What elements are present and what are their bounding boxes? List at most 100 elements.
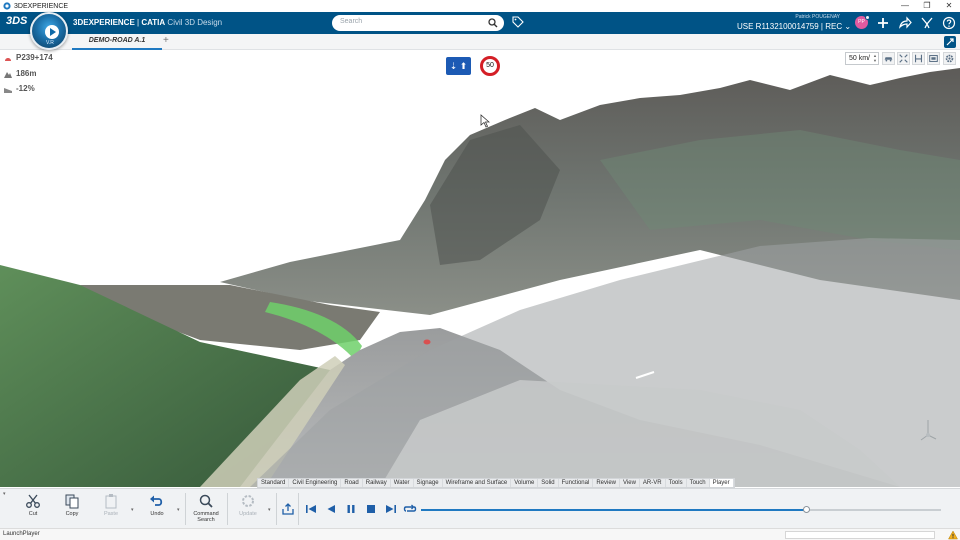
fit-all-icon[interactable] bbox=[897, 52, 910, 65]
scissors-icon bbox=[26, 494, 40, 508]
speed-limit-sign: 50 bbox=[480, 56, 500, 76]
tab-review[interactable]: Review bbox=[593, 479, 620, 487]
undo-icon bbox=[150, 495, 163, 506]
speed-input[interactable]: 50 km/ ▲ ▼ bbox=[845, 52, 879, 65]
axis-gizmo-icon[interactable] bbox=[918, 417, 938, 443]
add-tab-button[interactable]: + bbox=[163, 35, 169, 46]
station-value: P239+174 bbox=[16, 53, 53, 62]
mountain-icon bbox=[4, 71, 12, 78]
tab-demo-road[interactable]: DEMO-ROAD A.1 bbox=[72, 34, 162, 50]
tab-civil-engineering[interactable]: Civil Engineering bbox=[289, 479, 342, 487]
paste-button[interactable]: Paste bbox=[96, 492, 126, 526]
screen-capture-icon[interactable] bbox=[927, 52, 940, 65]
search-box[interactable]: Search bbox=[332, 15, 504, 31]
tab-ar-vr[interactable]: AR-VR bbox=[640, 479, 666, 487]
cut-label: Cut bbox=[28, 511, 38, 517]
undo-button[interactable]: Undo bbox=[142, 492, 172, 526]
share-icon[interactable] bbox=[898, 16, 912, 30]
skip-end-icon[interactable] bbox=[384, 502, 398, 516]
skip-start-icon[interactable] bbox=[304, 502, 318, 516]
ds-logo-icon: 3DS bbox=[6, 15, 28, 27]
add-icon[interactable] bbox=[876, 16, 890, 30]
tag-icon[interactable] bbox=[512, 16, 524, 28]
paste-icon bbox=[105, 494, 117, 509]
station-icon bbox=[5, 57, 11, 61]
export-icon[interactable] bbox=[281, 502, 295, 516]
elevation-readout: 186m bbox=[4, 69, 36, 78]
settings-gear-icon[interactable] bbox=[943, 52, 956, 65]
os-title-bar: 3DEXPERIENCE — ❐ ✕ bbox=[0, 0, 960, 12]
paste-label: Paste bbox=[103, 511, 119, 517]
car-view-icon[interactable] bbox=[882, 52, 895, 65]
timeline-handle[interactable] bbox=[802, 506, 810, 513]
tab-railway[interactable]: Railway bbox=[363, 479, 391, 487]
copy-icon bbox=[65, 494, 79, 509]
profile-view-icon[interactable] bbox=[912, 52, 925, 65]
close-button[interactable]: ✕ bbox=[938, 0, 960, 12]
tab-wireframe-surface[interactable]: Wireframe and Surface bbox=[443, 479, 512, 487]
tab-view[interactable]: View bbox=[620, 479, 640, 487]
update-dropdown-icon[interactable]: ▾ bbox=[268, 507, 271, 513]
tab-solid[interactable]: Solid bbox=[538, 479, 559, 487]
action-bar-collapse-icon[interactable]: ▾ bbox=[3, 491, 6, 497]
document-tab-bar: DEMO-ROAD A.1 + bbox=[0, 34, 960, 50]
player-timeline[interactable] bbox=[421, 506, 941, 513]
3d-viewport[interactable]: P239+174 186m -12% ⇣ ⬆ 50 50 km/ ▲ ▼ bbox=[0, 50, 960, 487]
lane-direction-sign: ⇣ ⬆ bbox=[446, 57, 471, 75]
spin-down-icon[interactable]: ▼ bbox=[873, 58, 877, 63]
search-placeholder: Search bbox=[340, 18, 363, 25]
red-marker bbox=[423, 339, 431, 345]
avatar[interactable]: PP bbox=[855, 15, 870, 29]
search-icon[interactable] bbox=[488, 18, 498, 28]
tab-functional[interactable]: Functional bbox=[559, 479, 594, 487]
update-icon bbox=[242, 495, 254, 507]
station-readout: P239+174 bbox=[4, 53, 53, 62]
speed-spinner[interactable]: ▲ ▼ bbox=[873, 53, 877, 63]
expand-icon[interactable] bbox=[944, 36, 956, 48]
tab-signage[interactable]: Signage bbox=[414, 479, 443, 487]
tab-player[interactable]: Player bbox=[709, 479, 734, 487]
tab-touch[interactable]: Touch bbox=[687, 479, 710, 487]
status-text: LaunchPlayer bbox=[3, 531, 40, 537]
compass-icon[interactable]: V.R bbox=[30, 12, 68, 50]
slope-value: -12% bbox=[16, 84, 35, 93]
update-button[interactable]: Update bbox=[233, 492, 263, 526]
tab-volume[interactable]: Volume bbox=[511, 479, 539, 487]
catia-window: 3DEXPERIENCE — ❐ ✕ 3DS 3DEXPERIENCE | CA… bbox=[0, 0, 960, 540]
help-icon[interactable] bbox=[942, 16, 956, 30]
brand-subtitle: Civil 3D Design bbox=[165, 18, 223, 27]
user-name: Patrick POUGENAY bbox=[795, 14, 840, 20]
maximize-button[interactable]: ❐ bbox=[916, 0, 938, 12]
compass-play-icon bbox=[45, 25, 59, 39]
command-search-icon bbox=[199, 494, 213, 508]
minimize-button[interactable]: — bbox=[894, 0, 916, 12]
tools-icon[interactable] bbox=[920, 16, 934, 30]
status-input[interactable] bbox=[785, 531, 935, 539]
copy-button[interactable]: Copy bbox=[57, 492, 87, 526]
slope-icon bbox=[4, 87, 12, 93]
separator bbox=[298, 493, 299, 525]
compass-version: V.R bbox=[46, 40, 54, 46]
collab-space-selector[interactable]: USE R1132100014759 | REC ⌄ bbox=[737, 22, 851, 31]
stop-icon[interactable] bbox=[364, 502, 378, 516]
paste-dropdown-icon[interactable]: ▾ bbox=[131, 507, 134, 513]
play-backward-icon[interactable] bbox=[324, 502, 338, 516]
tab-tools[interactable]: Tools bbox=[666, 479, 687, 487]
tab-road[interactable]: Road bbox=[341, 479, 363, 487]
warning-icon[interactable] bbox=[948, 530, 958, 540]
command-search-label-2: Search bbox=[197, 517, 215, 523]
timeline-progress bbox=[421, 509, 806, 511]
window-title: 3DEXPERIENCE bbox=[14, 2, 69, 10]
top-bar: 3DS 3DEXPERIENCE | CATIA Civil 3D Design… bbox=[0, 12, 960, 34]
tab-standard[interactable]: Standard bbox=[258, 479, 290, 487]
elevation-value: 186m bbox=[16, 69, 37, 78]
pause-icon[interactable] bbox=[344, 502, 358, 516]
workbench-tab-bar: Standard Civil Engineering Road Railway … bbox=[257, 478, 735, 488]
tab-water[interactable]: Water bbox=[391, 479, 414, 487]
brand-app: CATIA bbox=[141, 18, 166, 27]
undo-dropdown-icon[interactable]: ▾ bbox=[177, 507, 180, 513]
cut-button[interactable]: Cut bbox=[18, 492, 48, 526]
loop-icon[interactable] bbox=[403, 502, 417, 516]
command-search-button[interactable]: Command Search bbox=[191, 492, 221, 526]
speed-input-value: 50 km/ bbox=[849, 55, 871, 62]
